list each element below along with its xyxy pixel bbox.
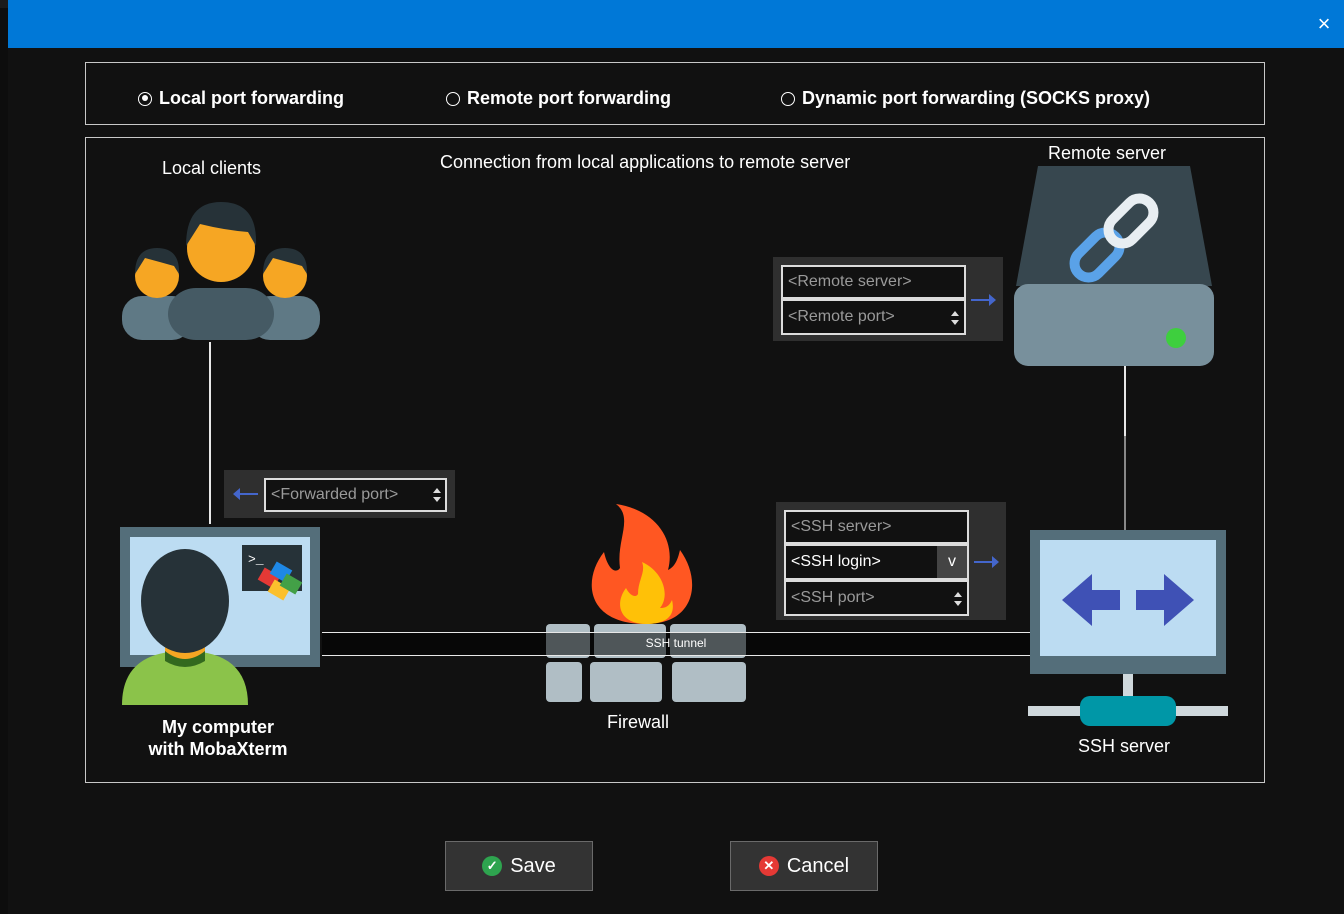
radio-checked-icon bbox=[138, 91, 152, 106]
my-computer-icon: >_ bbox=[120, 527, 320, 705]
cancel-button[interactable]: ✕ Cancel bbox=[730, 841, 878, 891]
ssh-tunnel: SSH tunnel bbox=[322, 632, 1030, 656]
save-button-label: Save bbox=[510, 854, 556, 877]
remote-server-fields: <Remote server> <Remote port> bbox=[773, 257, 1003, 341]
ssh-login-select[interactable]: <SSH login> v bbox=[784, 544, 969, 580]
close-icon[interactable]: × bbox=[1312, 12, 1336, 36]
check-icon: ✓ bbox=[482, 856, 503, 876]
ssh-server-label: SSH server bbox=[1078, 736, 1171, 756]
svg-text:>_: >_ bbox=[248, 552, 264, 567]
spinner-icon[interactable] bbox=[431, 486, 441, 504]
radio-local-port-forwarding[interactable]: Local port forwarding bbox=[138, 88, 344, 109]
radio-label: Remote port forwarding bbox=[467, 88, 672, 108]
forwarded-port-placeholder: <Forwarded port> bbox=[271, 486, 399, 503]
arrow-right-icon bbox=[974, 556, 999, 568]
ssh-port-placeholder: <SSH port> bbox=[791, 589, 875, 606]
cancel-icon: ✕ bbox=[758, 856, 779, 876]
ssh-server-icon bbox=[1028, 530, 1228, 726]
ssh-login-value: <SSH login> bbox=[791, 553, 881, 570]
remote-port-placeholder: <Remote port> bbox=[788, 308, 895, 325]
remote-server-label: Remote server bbox=[1048, 143, 1167, 163]
local-clients-icon bbox=[122, 202, 320, 340]
window-left-edge bbox=[0, 8, 8, 914]
ssh-port-input[interactable]: <SSH port> bbox=[784, 580, 969, 616]
arrow-right-icon bbox=[971, 294, 996, 306]
remote-port-input[interactable]: <Remote port> bbox=[781, 299, 966, 335]
ssh-server-input[interactable]: <SSH server> bbox=[784, 510, 969, 544]
ssh-server-fields: <SSH server> <SSH login> v <SSH port> bbox=[776, 502, 1006, 620]
radio-dynamic-port-forwarding[interactable]: Dynamic port forwarding (SOCKS proxy) bbox=[781, 88, 1150, 109]
spinner-icon[interactable] bbox=[953, 590, 963, 608]
save-button[interactable]: ✓ Save bbox=[445, 841, 593, 891]
arrow-left-icon bbox=[233, 488, 258, 500]
radio-unchecked-icon bbox=[446, 91, 460, 106]
forwarding-mode-group: Local port forwarding Remote port forwar… bbox=[85, 62, 1265, 125]
dropdown-chevron-icon[interactable]: v bbox=[937, 546, 967, 578]
my-computer-label: My computer with MobaXterm bbox=[148, 717, 288, 759]
connector-remote-ssh-lower bbox=[1124, 436, 1126, 530]
radio-remote-port-forwarding[interactable]: Remote port forwarding bbox=[446, 88, 671, 109]
diagram-description: Connection from local applications to re… bbox=[440, 152, 851, 172]
connector-clients-computer bbox=[209, 342, 211, 524]
radio-label: Local port forwarding bbox=[159, 88, 345, 108]
title-bar: × bbox=[8, 0, 1344, 48]
radio-unchecked-icon bbox=[781, 91, 795, 106]
forwarded-port-input[interactable]: <Forwarded port> bbox=[264, 478, 447, 512]
radio-label: Dynamic port forwarding (SOCKS proxy) bbox=[802, 88, 1151, 108]
forwarded-port-fields: <Forwarded port> bbox=[224, 470, 455, 518]
remote-server-icon bbox=[1014, 166, 1214, 366]
local-clients-label: Local clients bbox=[162, 158, 262, 178]
connector-remote-ssh-upper bbox=[1124, 366, 1126, 436]
cancel-button-label: Cancel bbox=[786, 854, 850, 877]
firewall-icon bbox=[546, 504, 746, 702]
ssh-tunnel-label: SSH tunnel bbox=[645, 636, 707, 650]
remote-server-input[interactable]: <Remote server> bbox=[781, 265, 966, 299]
firewall-label: Firewall bbox=[607, 712, 670, 732]
spinner-icon[interactable] bbox=[950, 309, 960, 327]
